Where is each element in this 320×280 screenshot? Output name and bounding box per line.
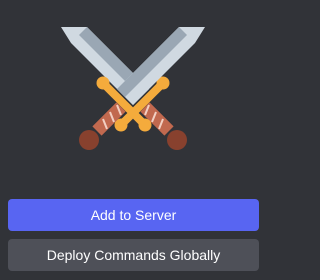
add-to-server-button[interactable]: Add to Server bbox=[8, 199, 259, 231]
crossed-swords-icon bbox=[61, 27, 205, 163]
deploy-commands-globally-button[interactable]: Deploy Commands Globally bbox=[8, 239, 259, 271]
app-card: Add to Server Deploy Commands Globally bbox=[0, 0, 266, 280]
